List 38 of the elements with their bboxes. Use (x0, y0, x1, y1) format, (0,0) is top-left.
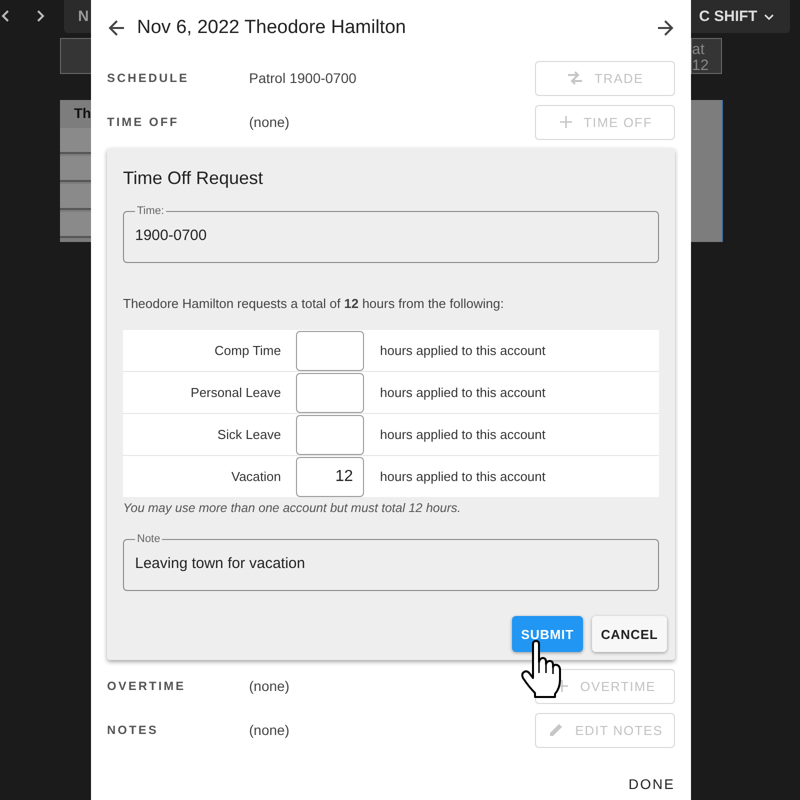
day-header: at 12 (691, 38, 722, 74)
swap-icon (566, 69, 584, 87)
field-label: TIME OFF (107, 115, 180, 129)
account-name: Sick Leave (216, 427, 281, 442)
field-value: (none) (249, 114, 290, 130)
field-label: SCHEDULE (107, 71, 190, 85)
hours-input[interactable] (296, 414, 364, 454)
hours-caption: hours applied to this account (380, 427, 546, 442)
shift-dropdown[interactable]: C SHIFT (691, 0, 790, 33)
time-field[interactable]: Time: 1900-0700 (123, 205, 659, 263)
field-value: (none) (249, 722, 290, 738)
cancel-button[interactable]: CANCEL (592, 616, 667, 652)
summary-text: Theodore Hamilton requests a total of 12 hours from the following: (123, 296, 505, 311)
card-title: Time Off Request (123, 168, 264, 189)
account-name: Comp Time (214, 343, 281, 358)
hours-input[interactable] (296, 372, 364, 412)
hand-cursor-icon (519, 640, 563, 698)
field-value: (none) (249, 678, 290, 694)
hours-input[interactable] (296, 330, 364, 370)
note-field[interactable]: Note Leaving town for vacation (123, 533, 659, 591)
account-name: Personal Leave (190, 385, 281, 400)
field-value: Patrol 1900-0700 (249, 70, 358, 86)
column-header: Th (74, 105, 92, 121)
field-label: OVERTIME (107, 679, 187, 693)
dialog-title: Nov 6, 2022 Theodore Hamilton (137, 17, 407, 39)
arrow-left-icon[interactable] (107, 18, 127, 38)
plus-icon (558, 114, 574, 130)
hours-caption: hours applied to this account (380, 469, 546, 484)
account-name: Vacation (230, 469, 281, 484)
hint-text: You may use more than one account but must total 12 hours. (123, 501, 462, 515)
caret-icon (763, 12, 776, 20)
arrow-right-icon[interactable] (655, 18, 675, 38)
toolbar-button[interactable]: N (64, 0, 91, 33)
hours-caption: hours applied to this account (380, 385, 546, 400)
field-label: NOTES (107, 723, 160, 737)
done-button[interactable]: DONE (624, 770, 679, 798)
hours-input[interactable]: 12 (296, 456, 364, 496)
hours-caption: hours applied to this account (380, 343, 546, 358)
